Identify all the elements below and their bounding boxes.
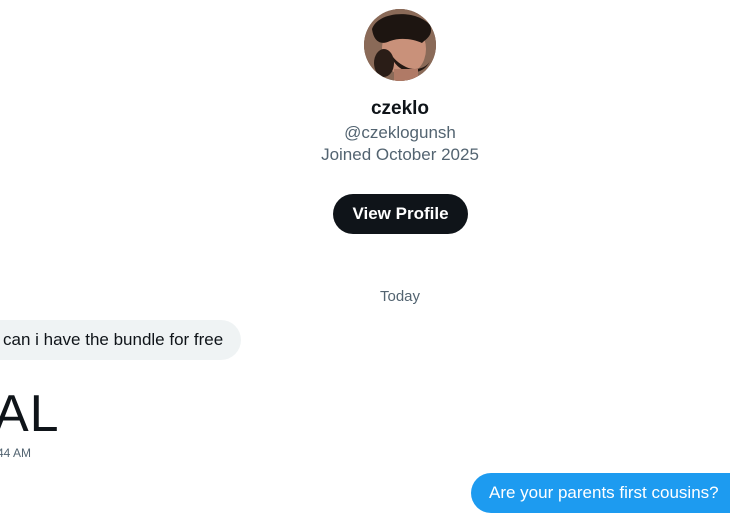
date-separator: Today <box>379 288 421 305</box>
avatar-photo <box>364 9 436 81</box>
incoming-message-bubble[interactable]: can i have the bundle for free <box>0 320 242 360</box>
outgoing-message-bubble[interactable]: Are your parents first cousins? <box>471 473 730 513</box>
view-profile-button[interactable]: View Profile <box>333 194 468 234</box>
message-timestamp: 44 AM <box>0 446 32 460</box>
avatar[interactable] <box>364 9 436 81</box>
profile-handle: @czeklogunsh <box>344 123 456 142</box>
profile-display-name: czeklo <box>370 98 430 119</box>
incoming-message-large-text[interactable]: AL <box>0 384 60 444</box>
profile-joined-date: Joined October 2025 <box>321 145 479 164</box>
